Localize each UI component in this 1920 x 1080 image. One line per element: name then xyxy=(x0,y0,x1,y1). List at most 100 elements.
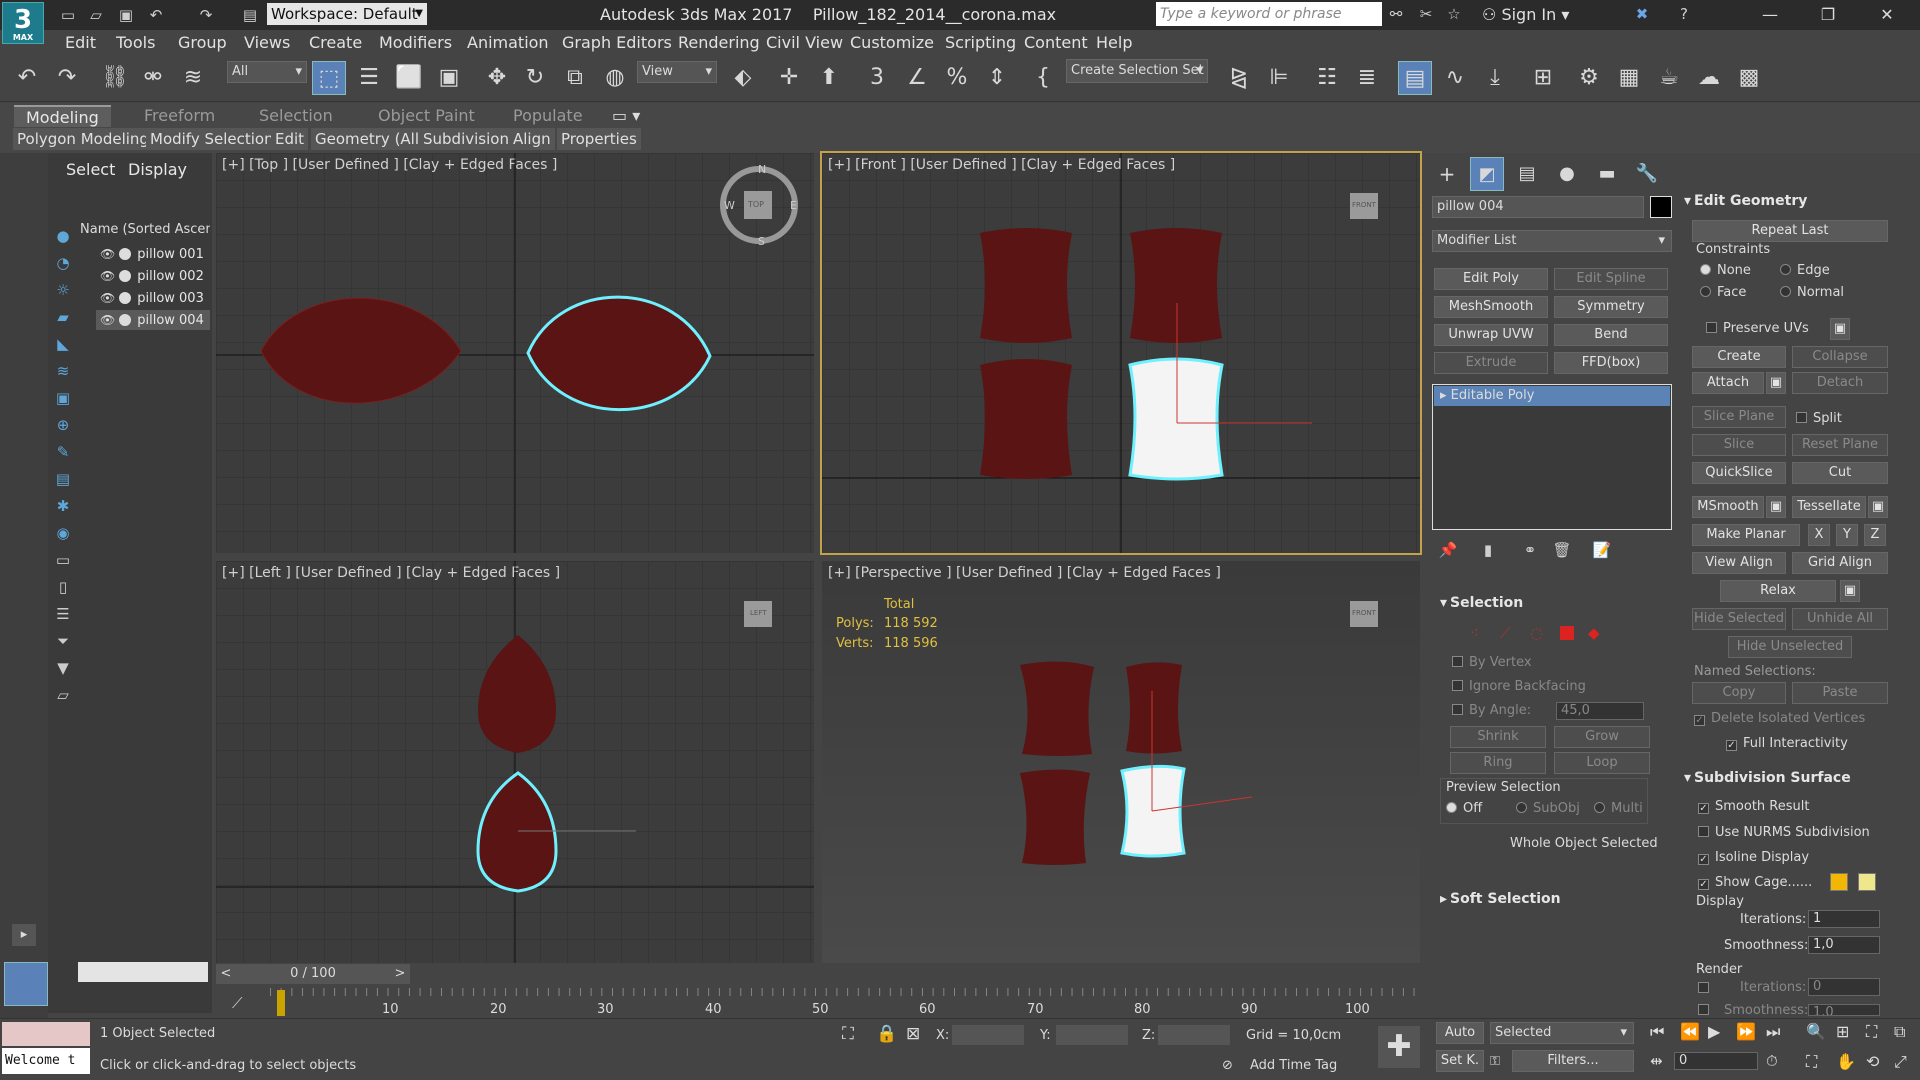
element-mode-icon[interactable]: ◆ xyxy=(1588,624,1600,642)
angle-spinner[interactable]: 45,0 xyxy=(1556,702,1644,720)
preserve-uvs-checkbox[interactable]: Preserve UVs xyxy=(1706,320,1809,338)
time-slider[interactable]: 0 / 100 xyxy=(236,964,390,984)
render-smoothness-spinner[interactable]: 1,0 xyxy=(1808,1004,1880,1016)
rendered-frame-icon[interactable]: ▦ xyxy=(1612,61,1646,95)
use-nurms-checkbox[interactable]: Use NURMS Subdivision xyxy=(1698,824,1870,842)
exchange-icon[interactable]: ✖ xyxy=(1632,4,1652,24)
scene-tab-select[interactable]: Select xyxy=(66,160,115,179)
save-icon[interactable]: ▣ xyxy=(116,5,136,25)
edge-mode-icon[interactable]: ⟋ xyxy=(1500,624,1511,642)
motion-tab-icon[interactable]: ● xyxy=(1550,157,1584,191)
y-coordinate-field[interactable] xyxy=(1056,1025,1128,1045)
edit-named-selection-icon[interactable]: { xyxy=(1026,61,1060,95)
tessellate-button[interactable]: Tessellate xyxy=(1792,496,1866,518)
key-mode-icon[interactable]: ⇹ xyxy=(1650,1052,1663,1070)
key-filter-icon[interactable]: ⚿ xyxy=(1490,1054,1500,1069)
minimize-button[interactable]: — xyxy=(1747,0,1793,30)
cage-color-swatch-2[interactable] xyxy=(1858,873,1876,891)
zoom-extents-all-icon[interactable]: ⧉ xyxy=(1894,1022,1905,1042)
reference-coordinate-dropdown[interactable]: View ▾ xyxy=(637,61,717,83)
ignore-backfacing-checkbox[interactable]: Ignore Backfacing xyxy=(1452,678,1586,696)
next-frame-icon[interactable]: ⏩ xyxy=(1736,1022,1756,1041)
modifier-extrude-button[interactable]: Extrude xyxy=(1434,352,1548,374)
menu-content[interactable]: Content xyxy=(1024,30,1088,56)
ribbon-edit[interactable]: Edit xyxy=(271,128,309,150)
cameras-filter-icon[interactable]: ▰ xyxy=(52,306,74,328)
eye-icon[interactable]: 👁 xyxy=(100,247,115,261)
app-logo[interactable]: 3 MAX xyxy=(2,2,44,44)
percent-snap-icon[interactable]: % xyxy=(940,61,974,95)
ribbon-modify-selection[interactable]: Modify Selection xyxy=(146,128,278,150)
folder-icon[interactable]: ▱ xyxy=(52,684,74,706)
modifier-edit-poly-button[interactable]: Edit Poly xyxy=(1434,268,1548,290)
window-crossing-icon[interactable]: ▣ xyxy=(432,61,466,95)
viewport-top[interactable]: [+] [Top ] [User Defined ] [Clay + Edged… xyxy=(216,153,814,553)
preview-subobj-radio[interactable]: SubObj xyxy=(1516,800,1580,818)
place-icon[interactable]: ◍ xyxy=(598,61,632,95)
copy-button[interactable]: Copy xyxy=(1692,682,1786,704)
isolate-selection-icon[interactable]: ⛶ xyxy=(842,1024,854,1044)
slice-button[interactable]: Slice xyxy=(1692,434,1786,456)
project-folder-icon[interactable]: ▤ xyxy=(240,5,260,25)
ribbon-properties[interactable]: Properties xyxy=(557,128,641,150)
msmooth-settings-icon[interactable]: ▣ xyxy=(1766,496,1786,518)
make-unique-icon[interactable]: ⚭ xyxy=(1520,540,1540,560)
rollout-soft-selection[interactable]: Soft Selection xyxy=(1440,888,1561,910)
list-icon[interactable]: ☰ xyxy=(52,603,74,625)
snaps-toggle-icon[interactable]: 3 xyxy=(860,61,894,95)
show-cage-checkbox[interactable]: ✓ Show Cage...... xyxy=(1698,874,1812,892)
menu-create[interactable]: Create xyxy=(309,30,362,56)
tessellate-settings-icon[interactable]: ▣ xyxy=(1868,496,1888,518)
mirror-icon[interactable]: ⧎ xyxy=(1222,61,1256,95)
detach-button[interactable]: Detach xyxy=(1792,372,1888,394)
eye-icon[interactable]: 👁 xyxy=(100,313,115,327)
orbit-icon[interactable]: ⟲ xyxy=(1866,1052,1879,1071)
x-coordinate-field[interactable] xyxy=(952,1025,1024,1045)
layers-icon[interactable]: ≣ xyxy=(1350,61,1384,95)
subscription-icon[interactable]: ✂ xyxy=(1416,4,1436,24)
menu-tools[interactable]: Tools xyxy=(116,30,155,56)
help-icon[interactable]: ? xyxy=(1674,4,1694,24)
play-icon[interactable]: ▶ xyxy=(1708,1022,1720,1041)
maximize-viewport-icon[interactable]: ⤢ xyxy=(1894,1052,1907,1072)
undo-icon[interactable]: ↶ xyxy=(146,5,166,25)
layer-icon[interactable]: ▭ xyxy=(52,549,74,571)
hide-unselected-button[interactable]: Hide Unselected xyxy=(1728,636,1852,658)
time-marker[interactable] xyxy=(277,990,285,1016)
selection-filter-dropdown[interactable]: All ▾ xyxy=(227,61,307,83)
cage-color-swatch-1[interactable] xyxy=(1830,873,1848,891)
viewcube-left[interactable]: LEFT xyxy=(750,609,767,617)
link-icon[interactable]: ⛓ xyxy=(98,61,132,95)
attach-settings-icon[interactable]: ▣ xyxy=(1766,372,1786,394)
render-setup-icon[interactable]: ⚙ xyxy=(1572,61,1606,95)
create-button[interactable]: Create xyxy=(1692,346,1786,368)
ribbon-align[interactable]: Align xyxy=(509,128,555,150)
relax-button[interactable]: Relax xyxy=(1720,580,1836,602)
modifier-ffd-box-button[interactable]: FFD(box) xyxy=(1554,352,1668,374)
cut-button[interactable]: Cut xyxy=(1792,462,1888,484)
tab-modeling[interactable]: Modeling xyxy=(14,105,111,127)
previous-frame-icon[interactable]: ⏪ xyxy=(1680,1022,1700,1041)
show-end-result-icon[interactable]: ▮ xyxy=(1478,540,1498,560)
timeline-prev-icon[interactable]: < xyxy=(216,964,236,984)
attach-button[interactable]: Attach xyxy=(1692,372,1764,394)
dope-sheet-icon[interactable]: ⤓ xyxy=(1478,61,1512,95)
helpers-filter-icon[interactable]: ◣ xyxy=(52,333,74,355)
workspace-dropdown[interactable]: Workspace: Default ▼ xyxy=(267,3,427,25)
split-checkbox[interactable]: Split xyxy=(1796,410,1842,428)
menu-modifiers[interactable]: Modifiers xyxy=(379,30,452,56)
by-vertex-checkbox[interactable]: By Vertex xyxy=(1452,654,1532,672)
particles-filter-icon[interactable]: ✱ xyxy=(52,495,74,517)
lock-icon[interactable]: 🔒 xyxy=(876,1024,897,1044)
groups-filter-icon[interactable]: ▣ xyxy=(52,387,74,409)
scene-column-header[interactable]: Name (Sorted Ascending) xyxy=(80,222,210,237)
vertex-mode-icon[interactable]: ⁖ xyxy=(1470,624,1479,642)
maxscript-listener-top[interactable] xyxy=(2,1022,90,1046)
preview-multi-radio[interactable]: Multi xyxy=(1594,800,1643,818)
constraint-normal-radio[interactable]: Normal xyxy=(1780,284,1844,302)
sign-in-button[interactable]: ⚇ Sign In ▾ xyxy=(1482,0,1569,30)
zoom-all-icon[interactable]: ⊞ xyxy=(1836,1022,1849,1041)
hide-selected-button[interactable]: Hide Selected xyxy=(1692,608,1786,630)
absolute-mode-icon[interactable]: ⊠ xyxy=(906,1024,920,1044)
object-color-swatch[interactable] xyxy=(1650,196,1672,218)
